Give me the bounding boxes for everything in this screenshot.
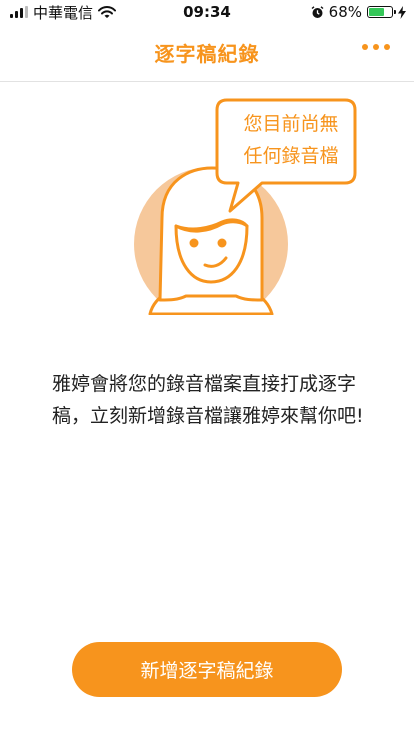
nav-bar: 逐字稿紀錄 [0,24,414,82]
status-right: 68% [256,3,406,21]
empty-state-description: 雅婷會將您的錄音檔案直接打成逐字稿，立刻新增錄音檔讓雅婷來幫你吧! [52,373,364,427]
dot [384,44,390,50]
bubble-line: 任何錄音檔 [243,145,339,167]
status-bar: 中華電信 09:34 68% [0,0,414,24]
signal-icon [10,6,28,18]
charging-icon [398,5,406,19]
avatar-eye-right [217,238,227,248]
wifi-icon [98,5,117,18]
bubble-line: 您目前尚無 [243,113,339,135]
battery-level [369,8,384,16]
status-left: 中華電信 [10,2,160,23]
dot [373,44,379,50]
speech-bubble-text: 您目前尚無 任何錄音檔 [217,108,365,172]
dot [362,44,368,50]
carrier-name: 中華電信 [33,3,94,22]
avatar-eye-left [189,238,199,248]
alarm-icon [311,5,324,18]
more-dots-icon[interactable] [362,44,390,50]
battery-percent: 68% [328,3,362,21]
page-title: 逐字稿紀錄 [154,42,260,66]
add-transcript-button[interactable]: 新增逐字稿紀錄 [72,642,342,697]
battery-icon [367,6,396,18]
